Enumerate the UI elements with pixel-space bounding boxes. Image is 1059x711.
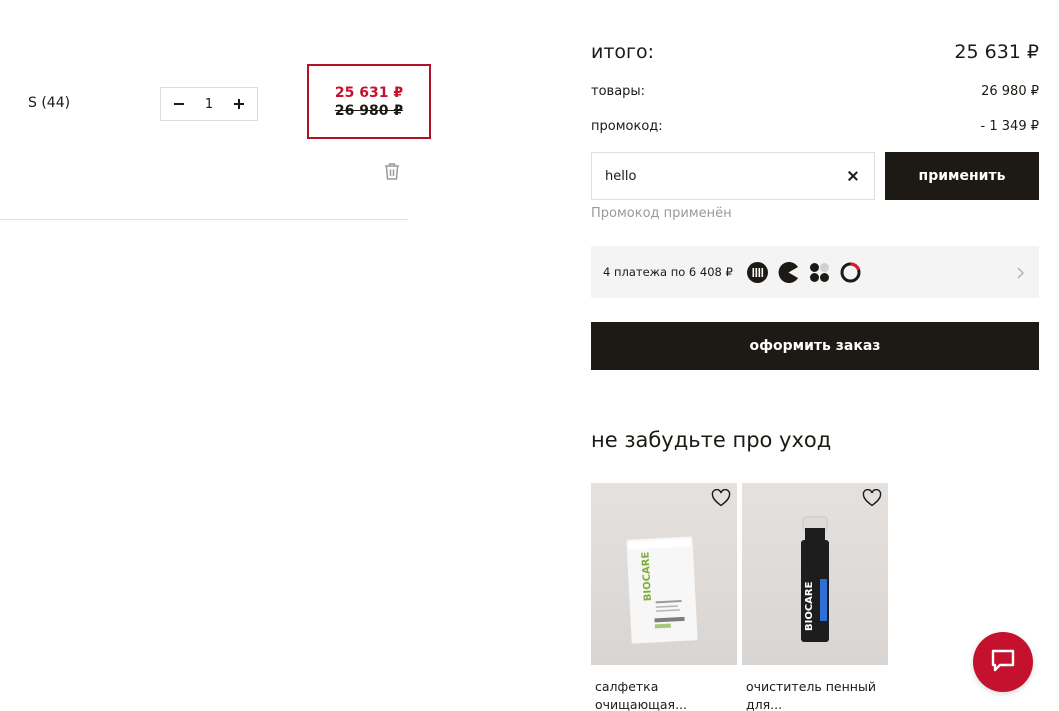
item-size: S (44)	[28, 95, 71, 111]
price-old: 26 980 ₽	[334, 102, 404, 119]
trash-icon[interactable]	[381, 160, 403, 182]
installments-banner[interactable]: 4 платежа по 6 408 ₽	[591, 246, 1039, 298]
chat-button[interactable]	[973, 632, 1033, 692]
heart-icon[interactable]	[862, 488, 882, 507]
dots-pay-icon	[809, 262, 830, 283]
installments-text: 4 платежа по 6 408 ₽	[603, 265, 733, 279]
total-row: итого: 25 631 ₽	[591, 40, 1039, 64]
item-price: 25 631 ₽ 26 980 ₽	[307, 64, 431, 139]
price-current: 25 631 ₽	[334, 84, 404, 101]
care-section-title: не забудьте про уход	[591, 428, 832, 452]
svg-text:BIOCARE: BIOCARE	[804, 581, 815, 631]
product-card[interactable]: BIOCARE очиститель пенный для...	[742, 483, 888, 711]
chevron-right-icon	[1013, 265, 1027, 279]
product-name[interactable]: салфетка очищающая...	[591, 678, 731, 711]
apply-promo-button[interactable]: применить	[885, 152, 1039, 200]
total-value: 25 631 ₽	[954, 41, 1039, 63]
divider	[0, 219, 408, 220]
checkout-button[interactable]: оформить заказ	[591, 322, 1039, 370]
product-card[interactable]: BIOCARE салфетка очищающая...	[591, 483, 737, 711]
promo-field	[591, 152, 875, 200]
quantity-value[interactable]: 1	[205, 97, 213, 112]
quantity-stepper: 1	[160, 87, 258, 121]
promo-label: промокод:	[591, 118, 663, 134]
chat-icon	[988, 645, 1018, 679]
product-image: BIOCARE	[591, 483, 737, 665]
decrease-quantity-button[interactable]	[171, 96, 187, 112]
goods-label: товары:	[591, 83, 646, 99]
ring-pay-icon	[840, 261, 861, 283]
promo-discount-row: промокод: - 1 349 ₽	[591, 117, 1039, 135]
heart-icon[interactable]	[711, 488, 731, 507]
pacman-pay-icon	[778, 261, 799, 283]
split-pay-icon	[746, 261, 768, 283]
increase-quantity-button[interactable]	[231, 96, 247, 112]
promo-code-input[interactable]	[605, 168, 805, 184]
promo-status: Промокод применён	[591, 206, 732, 221]
total-label: итого:	[591, 41, 655, 63]
close-icon[interactable]	[846, 169, 860, 183]
product-image: BIOCARE	[742, 483, 888, 665]
goods-value: 26 980 ₽	[981, 83, 1039, 99]
goods-row: товары: 26 980 ₽	[591, 82, 1039, 100]
promo-value: - 1 349 ₽	[980, 118, 1039, 134]
product-name[interactable]: очиститель пенный для...	[742, 678, 882, 711]
